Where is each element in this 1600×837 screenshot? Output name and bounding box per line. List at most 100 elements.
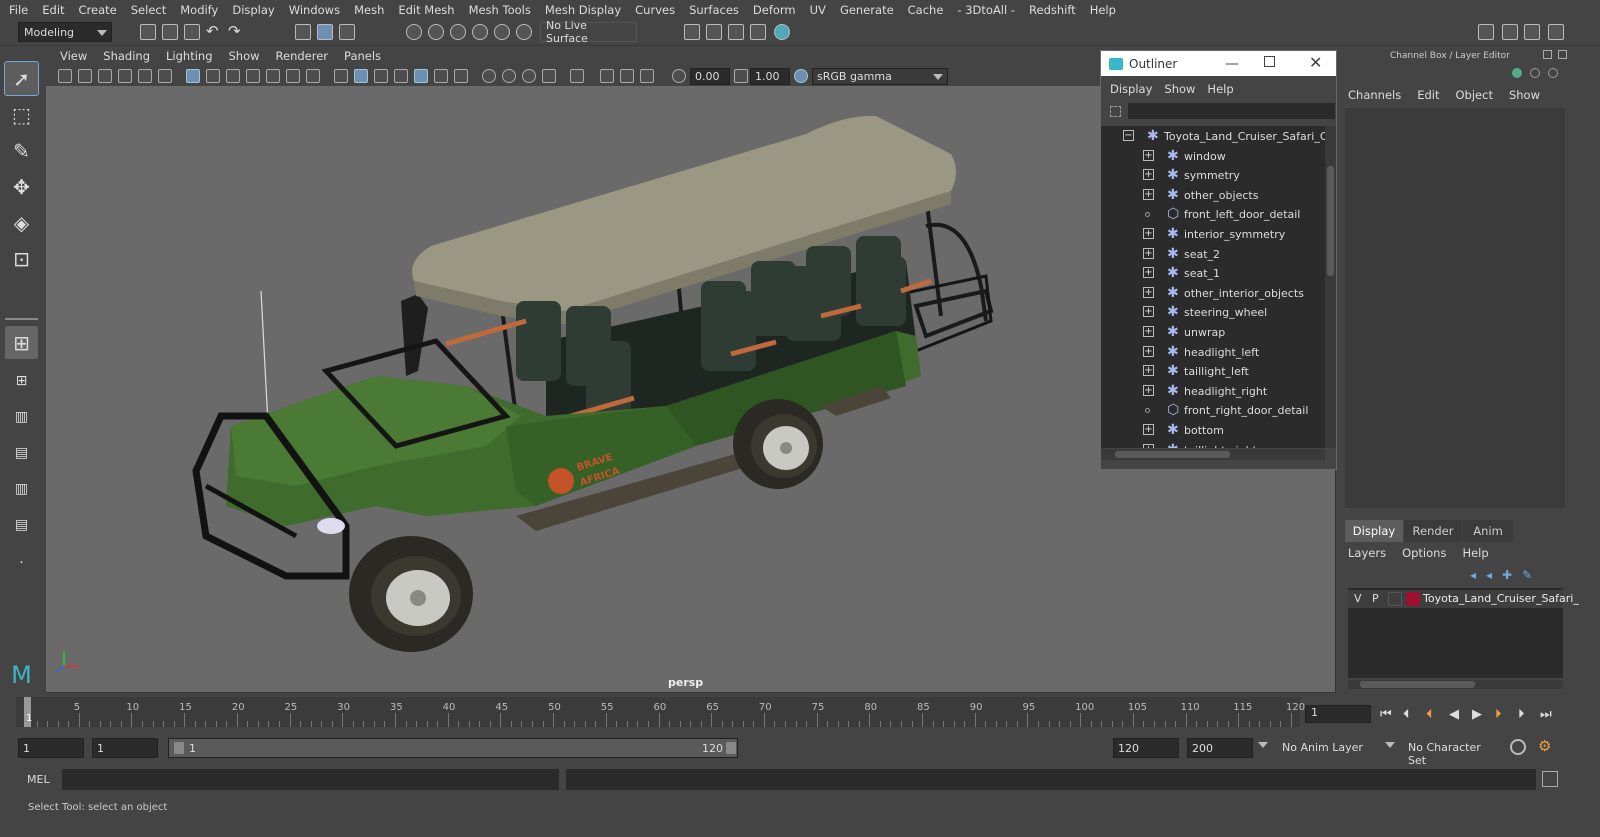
hypershade-icon[interactable] <box>774 24 790 40</box>
xray-active-icon[interactable] <box>620 69 634 83</box>
four-view-layout-icon[interactable]: ⊞ <box>5 364 38 397</box>
viewport-menu-panels[interactable]: Panels <box>336 49 389 63</box>
persp-uv-layout-icon[interactable]: ▤ <box>5 508 38 541</box>
wireframe-on-shaded-icon[interactable] <box>394 69 408 83</box>
snap-view-plane-icon[interactable] <box>472 24 488 40</box>
playback-start-field[interactable]: 1 <box>92 738 158 758</box>
render-frame-icon[interactable] <box>750 24 766 40</box>
expand-icon[interactable]: + <box>1143 365 1154 377</box>
menu-surfaces[interactable]: Surfaces <box>682 3 746 17</box>
outliner-menu-show[interactable]: Show <box>1158 82 1201 96</box>
menu-help[interactable]: Help <box>1083 3 1123 17</box>
mode-dropdown[interactable]: Modeling <box>18 22 112 42</box>
viewport-menu-lighting[interactable]: Lighting <box>158 49 220 63</box>
manipulator-icon[interactable] <box>1512 68 1522 78</box>
menu-modify[interactable]: Modify <box>173 3 225 17</box>
render-view-icon[interactable] <box>706 24 722 40</box>
viewport-menu-renderer[interactable]: Renderer <box>268 49 337 63</box>
expand-icon[interactable]: + <box>1143 326 1154 337</box>
snap-point-icon[interactable] <box>450 24 466 40</box>
menu-curves[interactable]: Curves <box>628 3 682 17</box>
snap-grid-icon[interactable] <box>406 24 422 40</box>
anim-layer-dropdown[interactable]: No Anim Layer <box>1276 738 1396 758</box>
end-frame-field[interactable]: 200 <box>1187 738 1253 758</box>
maximize-icon[interactable] <box>1264 56 1275 67</box>
menu-mesh[interactable]: Mesh <box>347 3 391 17</box>
outliner-vertical-scrollbar[interactable] <box>1325 126 1336 448</box>
layer-visibility-toggle[interactable]: V <box>1354 592 1362 605</box>
play-forward-icon[interactable]: ▶ <box>1472 707 1482 722</box>
panel-options-icon[interactable] <box>1558 50 1567 59</box>
smooth-shade-icon[interactable] <box>354 69 368 83</box>
go-to-end-icon[interactable]: ⏭ <box>1540 707 1552 722</box>
ipr-render-icon[interactable] <box>728 24 744 40</box>
isolate-select-icon[interactable] <box>570 69 584 83</box>
outliner-horizontal-scrollbar[interactable] <box>1101 449 1325 460</box>
layer-menu-layers[interactable]: Layers <box>1348 546 1386 560</box>
paint-select-tool-icon[interactable]: ✎ <box>5 134 38 167</box>
viewport-menu-show[interactable]: Show <box>221 49 268 63</box>
screen-space-ao-icon[interactable] <box>482 69 496 83</box>
outliner-item[interactable]: + ✱ other_objects <box>1101 186 1325 205</box>
collapse-icon[interactable]: − <box>1123 130 1134 141</box>
attribute-editor-icon[interactable] <box>1502 24 1518 40</box>
snap-curve-icon[interactable] <box>428 24 444 40</box>
live-surface-field[interactable]: No Live Surface <box>540 19 637 45</box>
step-back-key-icon[interactable]: ⏴ <box>1403 707 1410 722</box>
scroll-thumb[interactable] <box>1360 681 1475 688</box>
menu-select[interactable]: Select <box>124 3 173 17</box>
expand-icon[interactable]: + <box>1143 267 1154 279</box>
layer-horizontal-scrollbar[interactable] <box>1348 680 1563 689</box>
tool-settings-icon[interactable] <box>1524 24 1540 40</box>
depth-of-field-icon[interactable] <box>542 69 556 83</box>
channel-box-menu-channels[interactable]: Channels <box>1348 88 1401 102</box>
outliner-search-input[interactable] <box>1128 103 1335 119</box>
range-end-handle[interactable] <box>726 742 736 754</box>
gamma-icon[interactable] <box>734 69 748 83</box>
time-slider[interactable]: 1 5 10 15 20 25 30 35 40 45 50 55 60 65 70 75 80 85 90 95 1… <box>16 697 1305 727</box>
move-tool-icon[interactable]: ✥ <box>5 170 38 203</box>
image-plane-icon[interactable] <box>118 69 132 83</box>
menu-edit-mesh[interactable]: Edit Mesh <box>391 3 461 17</box>
auto-key-icon[interactable] <box>1510 739 1526 755</box>
redo-icon[interactable]: ↷ <box>228 22 244 40</box>
grid-icon[interactable] <box>186 69 200 83</box>
colorspace-dropdown[interactable]: sRGB gamma <box>812 68 948 85</box>
outliner-item[interactable]: + ✱ unwrap <box>1101 323 1325 342</box>
channel-box-menu-show[interactable]: Show <box>1509 88 1540 102</box>
step-forward-frame-icon[interactable]: ⏵ <box>1495 707 1502 722</box>
open-scene-icon[interactable] <box>162 24 178 40</box>
outliner-item[interactable]: + ✱ seat_2 <box>1101 245 1325 264</box>
layer-name[interactable]: Toyota_Land_Cruiser_Safari_ <box>1423 592 1579 605</box>
outliner-menu-display[interactable]: Display <box>1104 82 1158 96</box>
mel-label[interactable]: MEL <box>27 773 50 786</box>
layer-action-icons[interactable]: ◂◂✚✎ <box>1470 568 1542 582</box>
color-management-icon[interactable] <box>794 69 808 83</box>
outliner-item[interactable]: ⬡ front_right_door_detail <box>1101 401 1325 420</box>
tab-anim[interactable]: Anim <box>1463 520 1513 542</box>
anti-aliasing-icon[interactable] <box>522 69 536 83</box>
single-perspective-layout-icon[interactable]: ⊞ <box>5 326 38 359</box>
outliner-item[interactable]: + ✱ taillight_right <box>1101 441 1325 448</box>
expand-icon[interactable]: + <box>1143 169 1154 181</box>
bookmarks-icon[interactable] <box>98 69 112 83</box>
menu-3dtoall[interactable]: - 3DtoAll - <box>950 3 1022 17</box>
outliner-item[interactable]: + ✱ taillight_left <box>1101 362 1325 381</box>
modeling-toolkit-icon[interactable] <box>1478 24 1494 40</box>
expand-icon[interactable]: + <box>1143 286 1154 298</box>
outliner-item[interactable]: − ✱ Toyota_Land_Cruiser_Safari_Open <box>1101 127 1325 146</box>
step-forward-key-icon[interactable]: ⏵ <box>1518 707 1525 722</box>
render-settings-icon[interactable] <box>684 24 700 40</box>
play-backward-icon[interactable]: ◀ <box>1449 707 1459 722</box>
new-scene-icon[interactable] <box>140 24 156 40</box>
use-all-lights-icon[interactable] <box>434 69 448 83</box>
outliner-menu-help[interactable]: Help <box>1201 82 1239 96</box>
safe-title-icon[interactable] <box>306 69 320 83</box>
persp-graph-layout-icon[interactable]: ▤ <box>5 436 38 469</box>
minimize-icon[interactable]: — <box>1225 56 1239 72</box>
expand-icon[interactable]: + <box>1143 424 1154 435</box>
chevron-down-icon[interactable] <box>1258 742 1268 748</box>
gamma-field[interactable]: 1.00 <box>750 68 790 85</box>
menu-redshift[interactable]: Redshift <box>1022 3 1083 17</box>
expand-icon[interactable]: + <box>1143 443 1154 448</box>
